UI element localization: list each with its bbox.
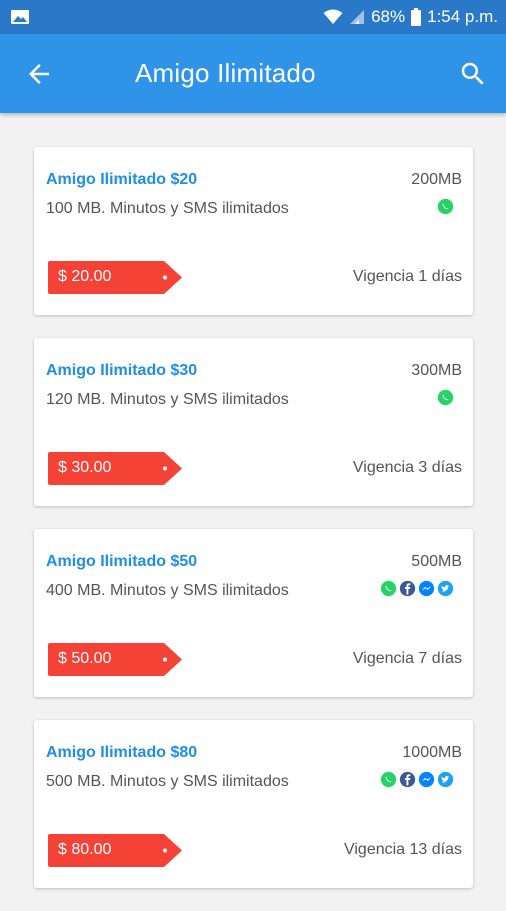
price-value: $ 80.00 [58,841,112,858]
plan-card[interactable]: Amigo Ilimitado $20 100 MB. Minutos y SM… [34,147,473,315]
messenger-icon [418,580,435,597]
social-apps [437,389,454,406]
clock: 1:54 p.m. [427,7,498,26]
status-bar: 68% 1:54 p.m. [0,0,506,34]
price-tag: $ 30.00 [48,452,183,485]
search-icon [461,62,484,85]
price-tag: $ 20.00 [48,261,183,294]
plan-card[interactable]: Amigo Ilimitado $30 120 MB. Minutos y SM… [34,338,473,506]
plan-description: 400 MB. Minutos y SMS ilimitados [46,582,289,599]
image-notification-icon [11,10,29,24]
plan-validity: Vigencia 3 días [352,459,462,476]
whatsapp-icon [380,580,397,597]
whatsapp-icon [437,198,454,215]
price-tag: $ 80.00 [48,834,183,867]
social-apps [380,580,454,597]
plan-description: 500 MB. Minutos y SMS ilimitados [46,773,289,790]
price-value: $ 30.00 [58,459,112,476]
facebook-icon [399,771,416,788]
plan-title: Amigo Ilimitado $20 [46,171,198,188]
search-button[interactable] [458,59,488,89]
price-tag: $ 50.00 [48,643,183,676]
plan-title: Amigo Ilimitado $80 [46,744,198,761]
social-apps [380,771,454,788]
whatsapp-icon [380,771,397,788]
plan-data-amount: 200MB [411,171,462,188]
plan-list: Amigo Ilimitado $20 100 MB. Minutos y SM… [34,147,473,911]
price-value: $ 50.00 [58,650,112,667]
signal-icon [350,10,365,24]
battery-icon [411,8,422,26]
messenger-icon [418,771,435,788]
whatsapp-icon [437,389,454,406]
plan-card[interactable]: Amigo Ilimitado $80 500 MB. Minutos y SM… [34,720,473,888]
plan-validity: Vigencia 7 días [352,650,462,667]
facebook-icon [399,580,416,597]
wifi-icon [323,9,343,24]
plan-description: 100 MB. Minutos y SMS ilimitados [46,200,289,217]
page-title: Amigo Ilimitado [135,58,316,88]
social-apps [437,198,454,215]
plan-data-amount: 300MB [411,362,462,379]
price-value: $ 20.00 [58,268,112,285]
back-button[interactable] [24,59,54,89]
twitter-icon [437,771,454,788]
plan-description: 120 MB. Minutos y SMS ilimitados [46,391,289,408]
plan-data-amount: 1000MB [402,744,462,761]
plan-card[interactable]: Amigo Ilimitado $50 400 MB. Minutos y SM… [34,529,473,697]
twitter-icon [437,580,454,597]
app-bar: Amigo Ilimitado [0,34,506,113]
plan-validity: Vigencia 13 días [343,841,462,858]
arrow-back-icon [29,64,49,84]
battery-percent: 68% [371,7,406,26]
plan-data-amount: 500MB [411,553,462,570]
plan-validity: Vigencia 1 días [352,268,462,285]
plan-title: Amigo Ilimitado $50 [46,553,198,570]
plan-title: Amigo Ilimitado $30 [46,362,198,379]
